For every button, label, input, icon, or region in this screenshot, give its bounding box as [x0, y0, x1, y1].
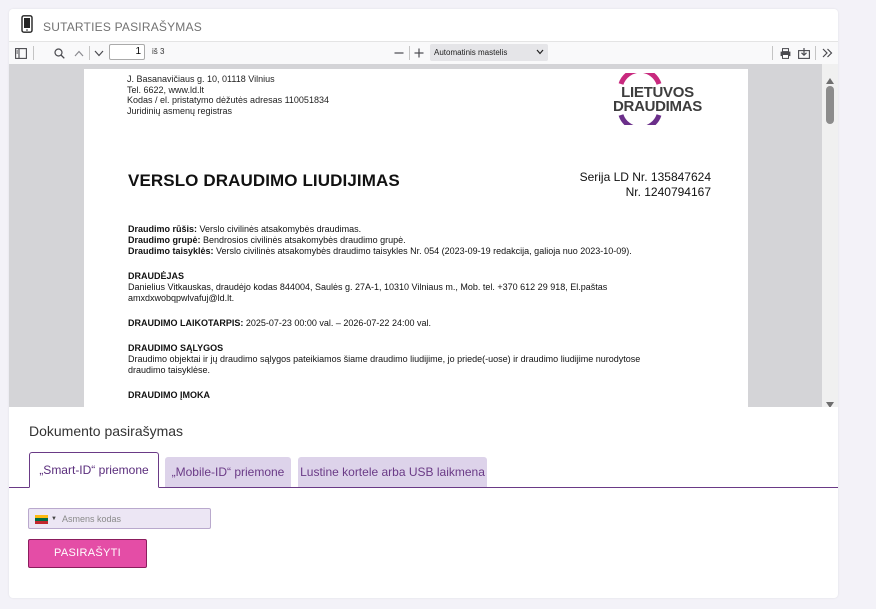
download-button[interactable]	[796, 45, 812, 61]
country-dropdown-caret-icon[interactable]: ▼	[51, 516, 57, 522]
sidebar-toggle-icon	[15, 47, 27, 59]
field-value: Verslo civilinės atsakomybės draudimo ta…	[213, 246, 632, 256]
toolbar-divider	[409, 46, 410, 60]
toolbar-divider	[772, 46, 773, 60]
chevron-down-icon	[94, 50, 104, 56]
pdf-viewer[interactable]: J. Basanavičiaus g. 10, 01118 Vilnius Te…	[9, 64, 838, 407]
field-value: Bendrosios civilinės atsakomybės draudim…	[200, 235, 406, 245]
field-label: DRAUDIMO LAIKOTARPIS:	[128, 318, 244, 328]
signing-card: SUTARTIES PASIRAŠYMAS 1 iš 3 Automatinis…	[9, 9, 838, 598]
phone-icon	[21, 15, 33, 33]
serija-line: Serija LD Nr. 135847624	[579, 170, 711, 184]
policyholder-text: Danielius Vitkauskas, draudėjo kodas 844…	[128, 282, 608, 292]
download-icon	[798, 47, 810, 59]
page-count: iš 3	[152, 47, 165, 56]
page-number-input[interactable]: 1	[109, 44, 145, 60]
personal-code-field[interactable]: ▼ Asmens kodas	[28, 508, 211, 529]
search-icon	[53, 47, 65, 59]
scroll-up-arrow-icon[interactable]	[826, 78, 834, 84]
document-title: VERSLO DRAUDIMO LIUDIJIMAS	[128, 171, 400, 190]
field-value: Verslo civilinės atsakomybės draudimas.	[197, 224, 362, 234]
personal-code-placeholder: Asmens kodas	[62, 514, 122, 524]
next-page-button[interactable]	[91, 45, 107, 61]
insurance-type-block: Draudimo rūšis: Verslo civilinės atsakom…	[128, 224, 718, 257]
flag-lt-icon[interactable]	[35, 515, 48, 524]
toolbar-divider	[33, 46, 34, 60]
conditions-text: Draudimo objektai ir jų draudimo sąlygos…	[128, 354, 641, 364]
serija-line: Nr. 1240794167	[625, 184, 711, 199]
address-line: Tel. 6622, www.ld.lt	[127, 84, 205, 95]
premium-block: DRAUDIMO ĮMOKA	[128, 390, 718, 401]
insurance-period-block: DRAUDIMO LAIKOTARPIS: 2025-07-23 00:00 v…	[128, 318, 718, 329]
sign-button[interactable]: PASIRAŠYTI	[28, 539, 147, 568]
logo-line: DRAUDIMAS	[613, 98, 702, 115]
search-button[interactable]	[51, 45, 67, 61]
previous-page-button[interactable]	[71, 45, 87, 61]
address-line: Juridinių asmenų registras	[127, 105, 233, 116]
logo-text: LIETUVOS DRAUDIMAS	[613, 85, 702, 115]
pdf-toolbar: 1 iš 3 Automatinis mastelis	[9, 41, 838, 65]
section-heading: DRAUDIMO SĄLYGOS	[128, 343, 224, 353]
zoom-in-icon	[414, 48, 424, 58]
sidebar-toggle-button[interactable]	[13, 45, 29, 61]
signing-method-tabs: „Smart-ID“ priemone „Mobile-ID“ priemone…	[9, 452, 838, 488]
policy-number: Serija LD Nr. 135847624 Nr. 1240794167	[580, 170, 711, 199]
field-label: Draudimo rūšis:	[128, 224, 198, 234]
field-value: 2025-07-23 00:00 val. – 2026-07-22 24:00…	[243, 318, 431, 328]
field-label: Draudimo taisyklės:	[128, 246, 214, 256]
section-heading: DRAUDĖJAS	[128, 271, 185, 281]
field-label: Draudimo grupė:	[128, 235, 201, 245]
double-chevron-right-icon	[822, 48, 832, 58]
chevron-down-icon	[536, 49, 544, 55]
conditions-block: DRAUDIMO SĄLYGOS Draudimo objektai ir jų…	[128, 343, 718, 376]
toolbar-divider	[89, 46, 90, 60]
page-title: SUTARTIES PASIRAŠYMAS	[43, 20, 202, 34]
policyholder-block: DRAUDĖJAS Danielius Vitkauskas, draudėjo…	[128, 271, 718, 304]
conditions-text: draudimo taisyklėse.	[128, 365, 211, 375]
print-button[interactable]	[777, 45, 793, 61]
scroll-down-arrow-icon[interactable]	[826, 402, 834, 407]
pdf-page: J. Basanavičiaus g. 10, 01118 Vilnius Te…	[84, 69, 748, 407]
print-icon	[780, 47, 790, 59]
tab-smart-card[interactable]: Lustine kortele arba USB laikmena	[298, 457, 487, 487]
chevron-up-icon	[74, 50, 84, 56]
zoom-out-icon	[394, 52, 404, 54]
address-line: Kodas / el. pristatymo dėžutės adresas 1…	[127, 95, 329, 105]
zoom-select[interactable]: Automatinis mastelis	[430, 44, 548, 61]
lietuvos-draudimas-logo: LIETUVOS DRAUDIMAS	[589, 73, 702, 125]
more-tools-button[interactable]	[819, 45, 835, 61]
tab-smart-id[interactable]: „Smart-ID“ priemone	[29, 452, 159, 488]
policyholder-text: amxdxwobqpwlvafuj@ld.lt.	[128, 293, 235, 303]
card-header: SUTARTIES PASIRAŠYMAS	[9, 9, 838, 41]
zoom-in-button[interactable]	[412, 45, 426, 61]
address-line: J. Basanavičiaus g. 10, 01118 Vilnius	[127, 74, 275, 84]
company-address: J. Basanavičiaus g. 10, 01118 Vilnius Te…	[127, 74, 329, 116]
pdf-scrollbar[interactable]	[822, 64, 838, 407]
zoom-select-value: Automatinis mastelis	[434, 48, 508, 57]
scrollbar-thumb[interactable]	[826, 86, 834, 124]
signing-section-title: Dokumento pasirašymas	[29, 423, 184, 439]
toolbar-divider	[815, 46, 816, 60]
zoom-out-button[interactable]	[392, 45, 406, 61]
tab-mobile-id[interactable]: „Mobile-ID“ priemone	[165, 457, 291, 487]
section-heading: DRAUDIMO ĮMOKA	[128, 390, 210, 400]
document-body: Draudimo rūšis: Verslo civilinės atsakom…	[128, 224, 718, 407]
